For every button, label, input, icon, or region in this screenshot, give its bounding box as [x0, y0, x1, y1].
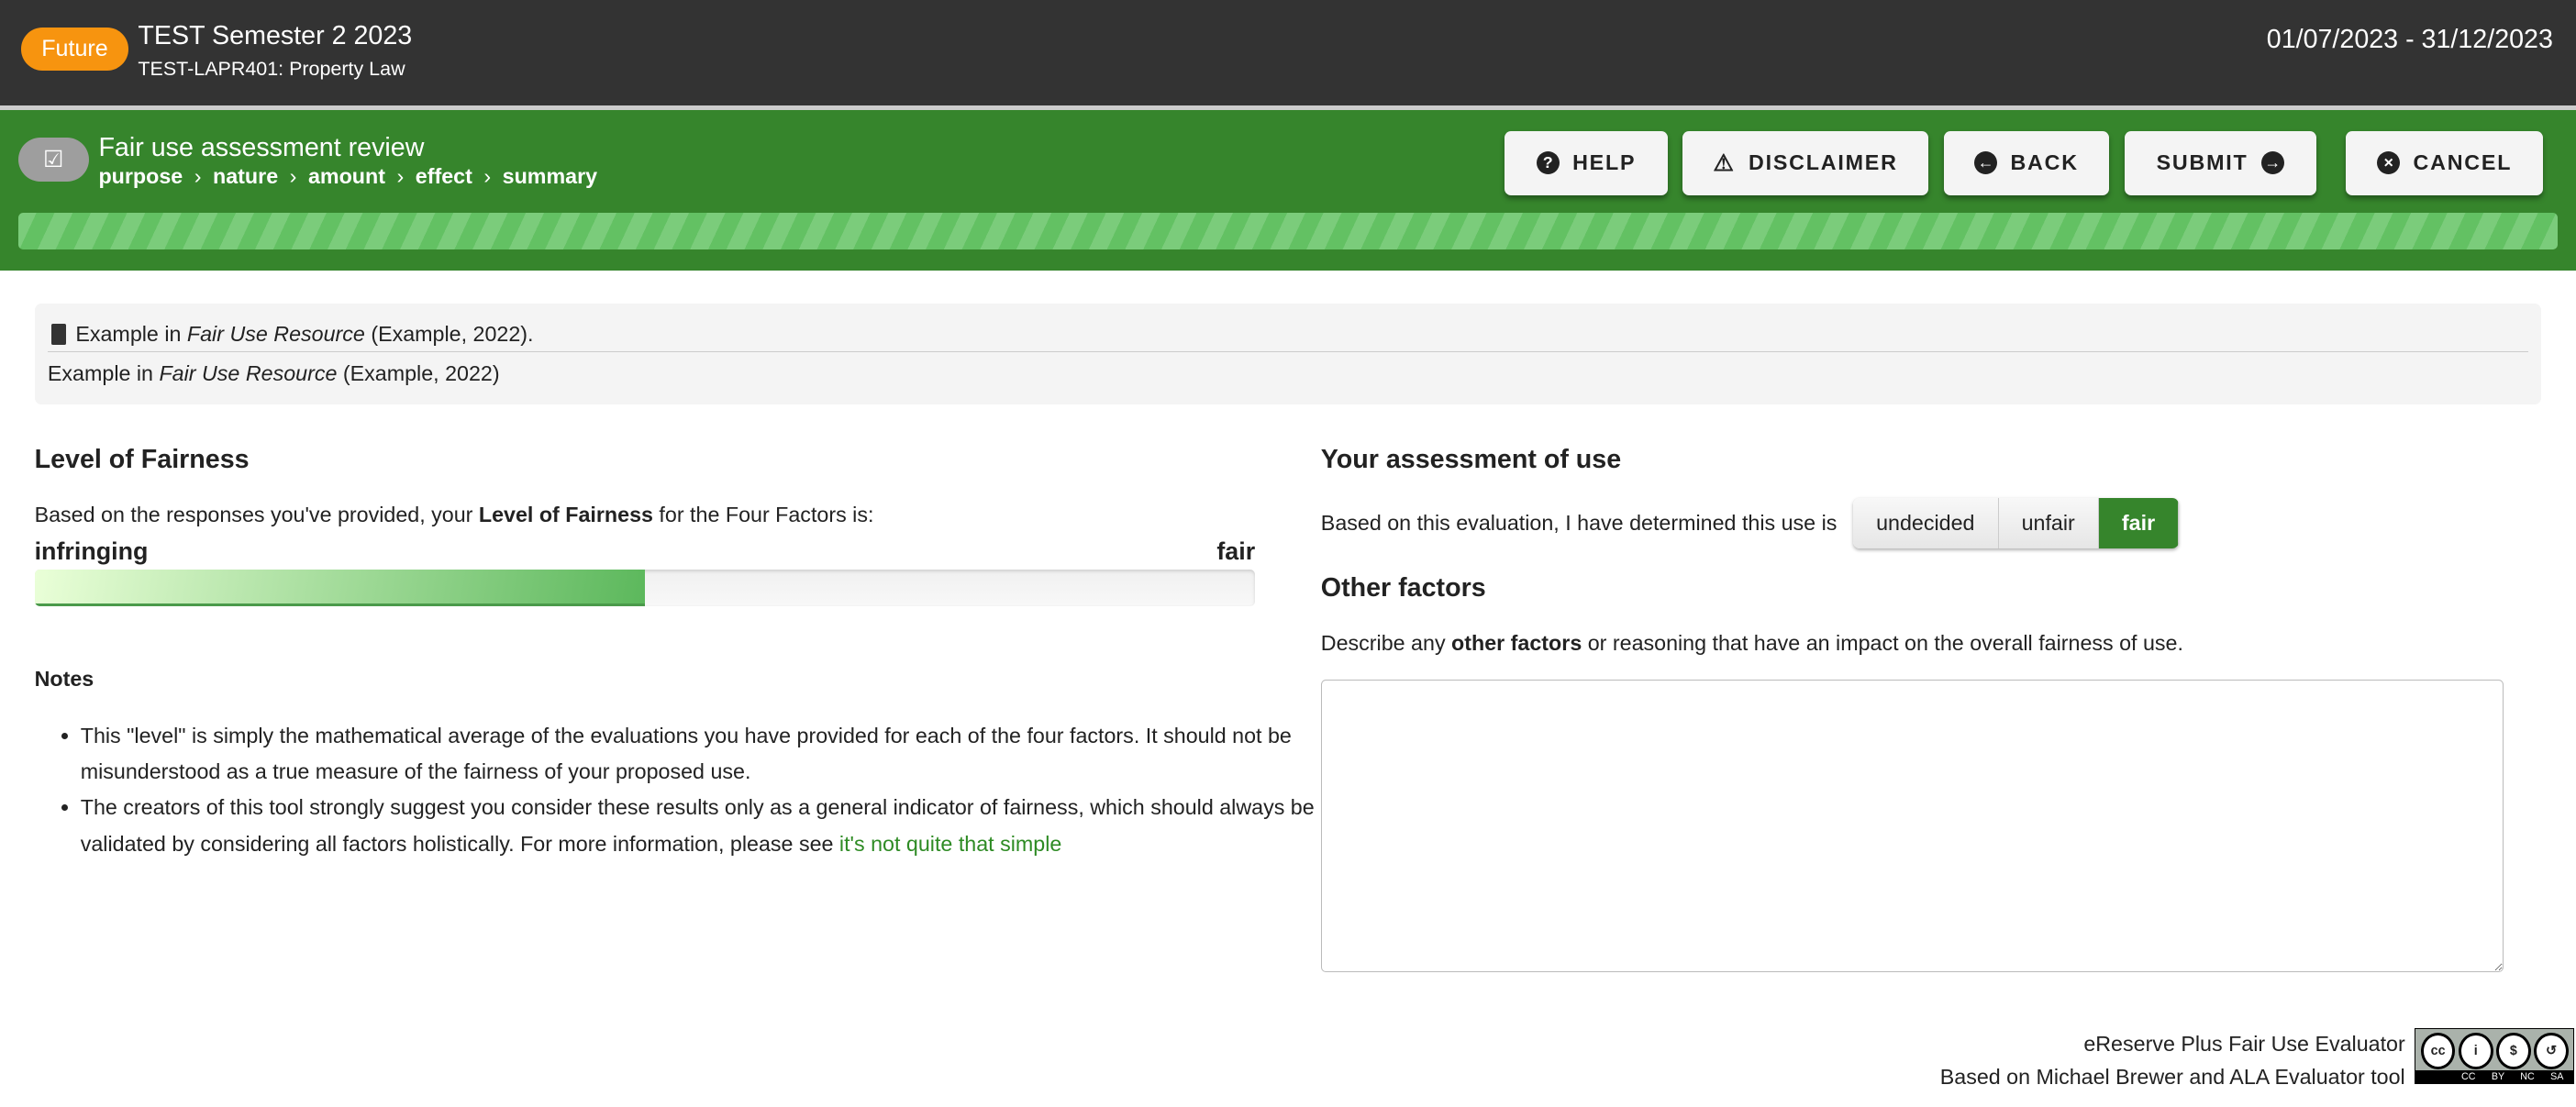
- question-icon: ?: [1536, 151, 1560, 175]
- note-text: The creators of this tool strongly sugge…: [80, 795, 1315, 856]
- book-icon: [50, 323, 66, 346]
- step-nature[interactable]: nature: [213, 164, 278, 189]
- close-icon: ×: [2377, 151, 2401, 175]
- other-factors-heading: Other factors: [1320, 572, 1486, 603]
- citation-title: Fair Use Resource: [186, 321, 365, 346]
- fairness-heading: Level of Fairness: [34, 445, 250, 475]
- note-item: The creators of this tool strongly sugge…: [81, 790, 1329, 862]
- text: or reasoning that have an impact on the …: [1582, 630, 2183, 655]
- chevron-right-icon: ›: [396, 163, 405, 188]
- fairness-meter: [34, 570, 1256, 606]
- cc-icon: cc: [2420, 1032, 2456, 1069]
- option-fair[interactable]: fair: [2098, 497, 2180, 549]
- citation-text: (Example, 2022): [337, 360, 500, 385]
- wizard-bar: ☑ Fair use assessment review purpose › na…: [0, 109, 2576, 271]
- citation-text: Example in: [47, 360, 160, 385]
- text: for the Four Factors is:: [652, 502, 874, 526]
- footer-line: Based on Michael Brewer and ALA Evaluato…: [1939, 1064, 2405, 1089]
- cancel-label: CANCEL: [2413, 150, 2513, 175]
- wizard-progress-bar: [17, 213, 2559, 249]
- chevron-right-icon: ›: [289, 163, 297, 188]
- arrow-right-icon: →: [2260, 151, 2284, 175]
- step-amount[interactable]: amount: [308, 164, 385, 189]
- wizard-title: Fair use assessment review: [98, 132, 425, 162]
- step-purpose[interactable]: purpose: [98, 164, 183, 189]
- back-button[interactable]: ← BACK: [1943, 130, 2110, 195]
- other-factors-input[interactable]: [1320, 680, 2504, 973]
- top-bar: Future TEST Semester 2 2023 TEST-LAPR401…: [0, 0, 2576, 110]
- status-badge: Future: [21, 28, 128, 71]
- nc-icon: $: [2496, 1032, 2531, 1069]
- submit-label: SUBMIT: [2156, 150, 2248, 175]
- other-factors-desc: Describe any other factors or reasoning …: [1321, 631, 2183, 656]
- option-unfair[interactable]: unfair: [1998, 497, 2099, 549]
- citation-panel: Example in Fair Use Resource (Example, 2…: [34, 304, 2542, 404]
- arrow-left-icon: ←: [1974, 151, 1998, 175]
- assessment-selector: undecided unfair fair: [1853, 497, 2180, 549]
- breadcrumb: purpose › nature › amount › effect › summary: [98, 164, 597, 189]
- step-effect[interactable]: effect: [416, 164, 472, 189]
- submit-button[interactable]: SUBMIT →: [2124, 130, 2317, 195]
- help-button[interactable]: ? HELP: [1505, 130, 1668, 195]
- footer-line: eReserve Plus Fair Use Evaluator: [2083, 1032, 2405, 1057]
- divider: [47, 351, 2529, 352]
- option-undecided[interactable]: undecided: [1853, 497, 1999, 549]
- citation-text: Example in: [75, 321, 187, 346]
- back-label: BACK: [2010, 150, 2079, 175]
- footer-credits: eReserve Plus Fair Use Evaluator Based on…: [1940, 1028, 2405, 1094]
- text-bold: Level of Fairness: [478, 502, 653, 526]
- notes-heading: Notes: [34, 667, 94, 692]
- license-text: CC BY NC SA: [2415, 1069, 2574, 1083]
- not-simple-link[interactable]: it's not quite that simple: [839, 832, 1061, 856]
- infringing-label: infringing: [34, 537, 149, 565]
- fairness-meter-fill: [34, 570, 645, 606]
- disclaimer-label: DISCLAIMER: [1749, 150, 1898, 175]
- disclaimer-button[interactable]: ⚠ DISCLAIMER: [1682, 130, 1929, 195]
- cc-license-logo[interactable]: cc i $ ↺ CC BY NC SA: [2415, 1028, 2575, 1084]
- notes-list: This "level" is simply the mathematical …: [35, 718, 1329, 863]
- course-title: TEST-LAPR401: Property Law: [138, 57, 405, 80]
- help-label: HELP: [1572, 150, 1637, 175]
- term-title: TEST Semester 2 2023: [138, 21, 413, 51]
- assessment-heading: Your assessment of use: [1320, 445, 1622, 475]
- citation-title: Fair Use Resource: [159, 360, 338, 385]
- text-bold: other factors: [1451, 630, 1582, 655]
- checklist-icon: ☑: [17, 138, 89, 183]
- step-summary[interactable]: summary: [503, 164, 597, 189]
- fairness-intro: Based on the responses you've provided, …: [35, 503, 874, 527]
- text: Based on the responses you've provided, …: [34, 502, 479, 526]
- warning-icon: ⚠: [1713, 149, 1736, 176]
- date-range: 01/07/2023 - 31/12/2023: [2266, 24, 2553, 54]
- note-item: This "level" is simply the mathematical …: [81, 718, 1329, 791]
- citation-text: (Example, 2022).: [364, 321, 534, 346]
- assessment-prompt: Based on this evaluation, I have determi…: [1320, 510, 1838, 535]
- fair-label: fair: [1216, 537, 1256, 565]
- chevron-right-icon: ›: [194, 163, 202, 188]
- citation-line: Example in Fair Use Resource (Example, 2…: [48, 361, 500, 386]
- citation-line: Example in Fair Use Resource (Example, 2…: [50, 321, 534, 347]
- by-icon: i: [2458, 1032, 2493, 1069]
- text: Describe any: [1320, 630, 1452, 655]
- cancel-button[interactable]: × CANCEL: [2346, 130, 2544, 195]
- chevron-right-icon: ›: [483, 163, 492, 188]
- sa-icon: ↺: [2534, 1032, 2569, 1069]
